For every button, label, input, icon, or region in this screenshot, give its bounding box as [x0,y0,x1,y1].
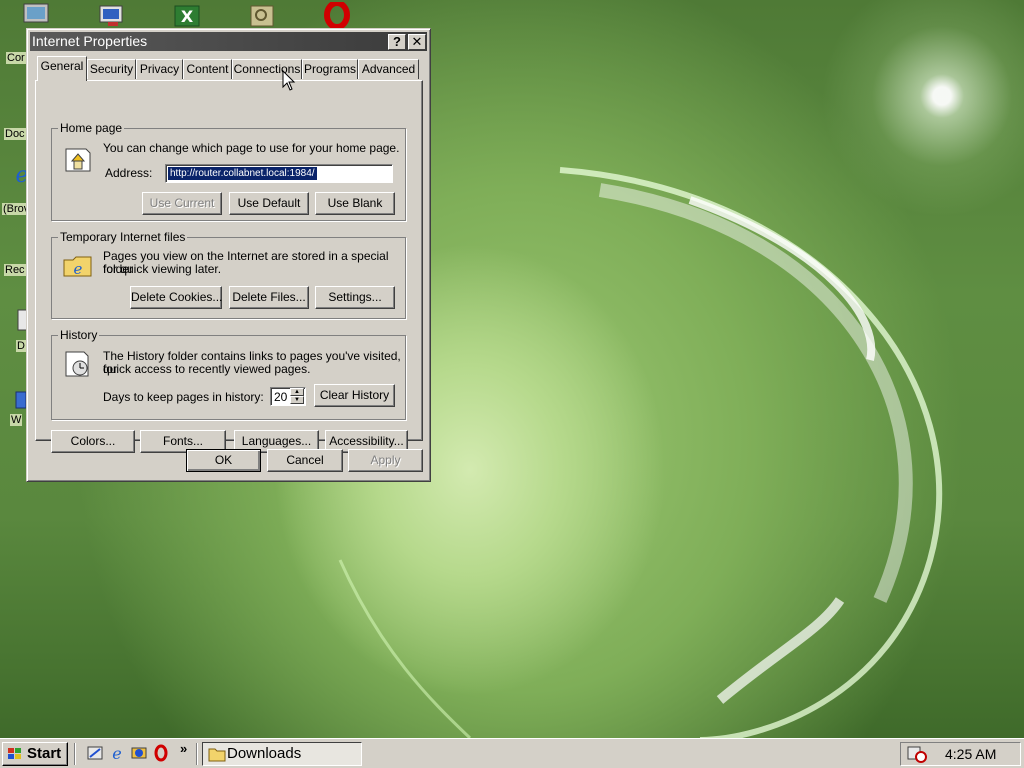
days-to-keep-label: Days to keep pages in history: [103,390,264,404]
general-tab-panel: Home page You can change which page to u… [35,80,423,453]
taskbar: Start e » Downloads 4:25 AM [0,738,1024,768]
outlook-express-icon[interactable] [130,744,148,762]
cancel-button[interactable]: Cancel [267,449,343,472]
opera-icon[interactable] [322,2,352,28]
taskbar-separator [74,743,76,765]
show-desktop-icon[interactable] [86,744,104,762]
quicklaunch-chevron-icon[interactable]: » [180,741,187,756]
days-to-keep-stepper[interactable]: 20 ▲ ▼ [270,387,306,406]
home-page-group: Home page You can change which page to u… [51,121,406,221]
use-current-button[interactable]: Use Current [142,192,222,215]
home-page-icon [65,148,91,172]
folder-ie-icon: e [63,256,92,278]
use-blank-button[interactable]: Use Blank [315,192,395,215]
opera-quicklaunch-icon[interactable] [152,744,170,762]
desktop-icon-label[interactable]: Doc [4,128,26,140]
document-icon[interactable] [248,4,278,28]
close-button[interactable]: ✕ [408,34,426,50]
tab-general[interactable]: General [37,56,87,81]
temporary-internet-files-group: Temporary Internet files e Pages you vie… [51,230,406,319]
system-tray: 4:25 AM [900,742,1021,766]
history-group: History The History folder contains link… [51,328,406,420]
days-spinner[interactable]: ▲ ▼ [290,388,304,404]
help-button[interactable]: ? [388,34,406,50]
mouse-cursor-icon [282,70,296,91]
close-icon: ✕ [411,34,423,49]
dialog-title: Internet Properties [32,33,148,49]
taskbar-downloads-label: Downloads [227,745,302,762]
history-group-label: History [58,328,100,342]
start-button[interactable]: Start [2,742,68,766]
apply-button[interactable]: Apply [348,449,423,472]
history-description-line2: quick access to recently viewed pages. [103,362,311,376]
spin-down-icon[interactable]: ▼ [290,396,304,404]
svg-text:X: X [181,7,194,26]
clear-history-button[interactable]: Clear History [314,384,395,407]
home-page-description: You can change which page to use for you… [103,141,400,155]
internet-explorer-quicklaunch-icon[interactable]: e [108,744,126,762]
scheduled-tasks-icon[interactable] [906,745,928,763]
computer-icon[interactable] [22,2,52,26]
desktop-icon-label[interactable]: D [16,340,26,352]
network-icon[interactable] [96,4,128,28]
desktop-icon-label[interactable]: W [10,414,23,426]
folder-icon [208,748,226,762]
delete-cookies-button[interactable]: Delete Cookies... [130,286,222,309]
delete-files-button[interactable]: Delete Files... [229,286,309,309]
days-to-keep-value: 20 [274,390,288,404]
home-page-group-label: Home page [58,121,125,135]
settings-button[interactable]: Settings... [315,286,395,309]
help-icon: ? [393,34,401,49]
clock[interactable]: 4:25 AM [945,746,996,762]
tab-privacy[interactable]: Privacy [136,59,183,79]
history-icon [65,351,89,377]
excel-icon[interactable]: X [172,4,202,28]
taskbar-downloads-button[interactable]: Downloads [202,742,362,766]
use-default-button[interactable]: Use Default [229,192,309,215]
temporary-internet-files-group-label: Temporary Internet files [58,230,188,244]
tab-content[interactable]: Content [183,59,232,79]
spin-up-icon[interactable]: ▲ [290,388,304,396]
address-label: Address: [105,166,153,180]
address-input[interactable]: http://router.collabnet.local:1984/ [165,164,393,183]
windows-logo-icon [8,748,21,759]
tab-security[interactable]: Security [87,59,136,79]
desktop-icon-label[interactable]: Cor [6,52,26,64]
desktop-icon-label[interactable]: Rec [4,264,26,276]
tab-advanced[interactable]: Advanced [358,59,419,79]
temp-files-description-line2: for quick viewing later. [103,262,222,276]
address-value: http://router.collabnet.local:1984/ [168,167,317,180]
internet-properties-dialog: Internet Properties ? ✕ General Security… [26,28,431,482]
dialog-titlebar[interactable]: Internet Properties ? ✕ [30,32,427,51]
ok-button[interactable]: OK [186,449,261,472]
svg-text:e: e [74,260,83,278]
svg-text:e: e [112,744,121,762]
colors-button[interactable]: Colors... [51,430,135,453]
taskbar-separator [196,743,198,765]
tab-programs[interactable]: Programs [302,59,358,79]
start-label: Start [27,745,62,762]
